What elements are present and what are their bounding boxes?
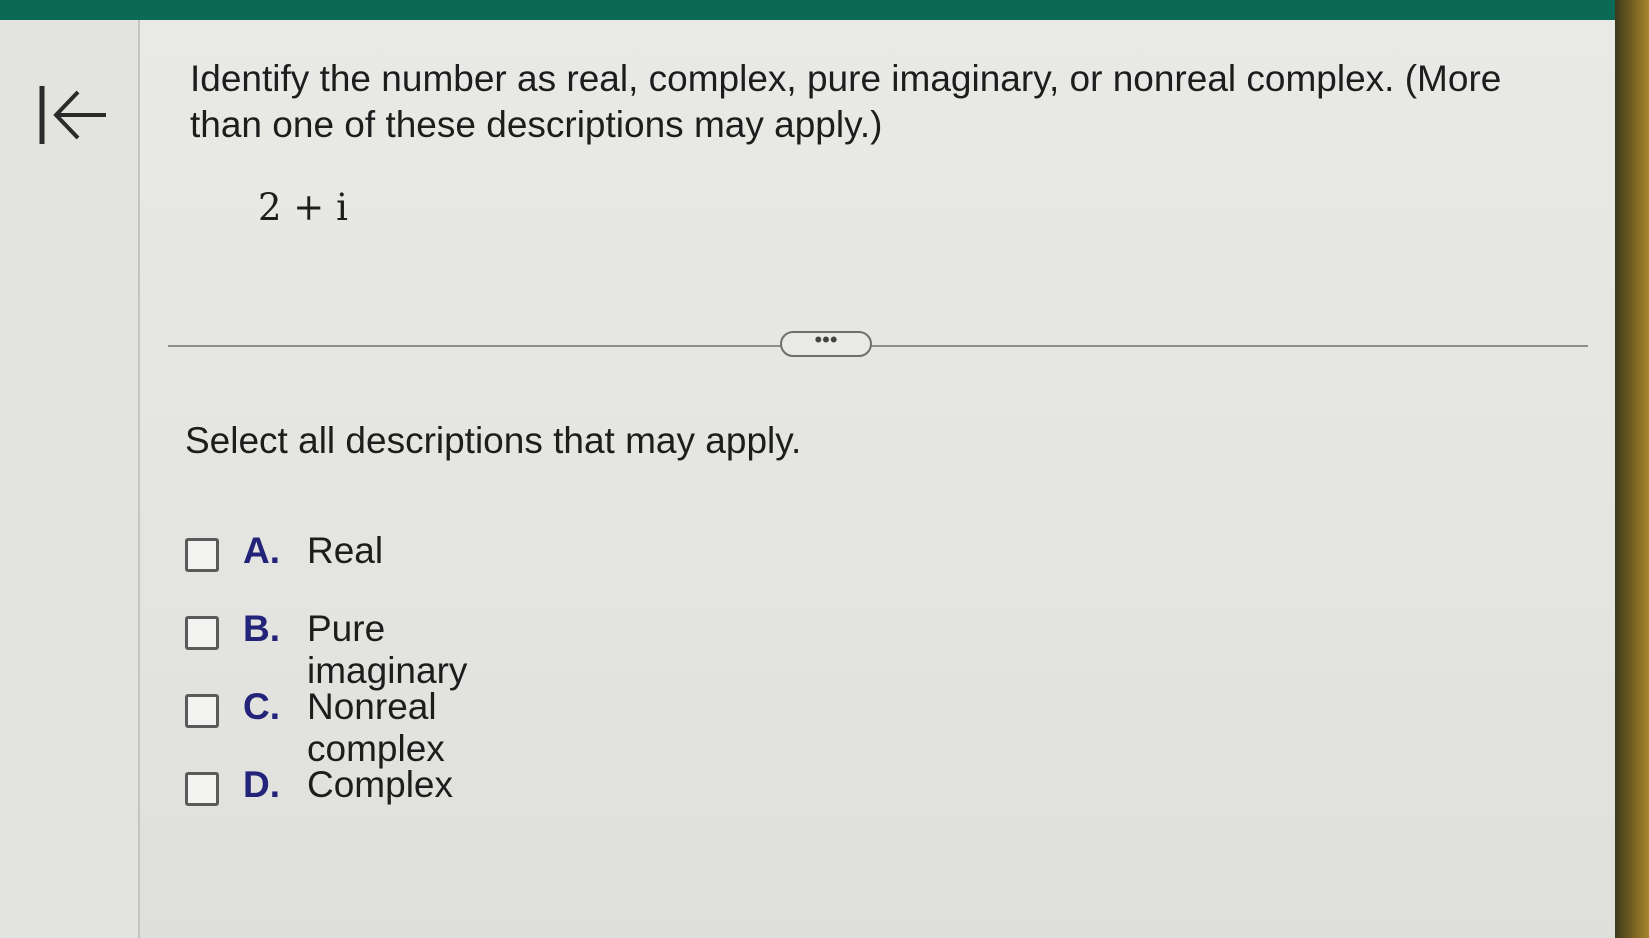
expand-button[interactable]: ••• bbox=[780, 329, 872, 357]
checkbox-b[interactable] bbox=[185, 616, 219, 650]
option-label: Pure imaginary bbox=[307, 608, 468, 691]
checkbox-c[interactable] bbox=[185, 694, 219, 728]
arrow-left-to-bar-icon bbox=[39, 86, 106, 144]
back-button[interactable] bbox=[36, 82, 112, 148]
top-bar bbox=[0, 0, 1649, 20]
option-letter: A. bbox=[243, 530, 280, 571]
left-rail bbox=[0, 20, 140, 938]
background-edge bbox=[1615, 0, 1649, 938]
option-letter: B. bbox=[243, 608, 280, 649]
screen: Identify the number as real, complex, pu… bbox=[0, 20, 1615, 938]
math-expression: 2 + i bbox=[258, 186, 348, 229]
question-prompt: Identify the number as real, complex, pu… bbox=[190, 58, 1502, 145]
checkbox-a[interactable] bbox=[185, 538, 219, 572]
question-panel: Identify the number as real, complex, pu… bbox=[140, 20, 1615, 938]
divider bbox=[168, 345, 1588, 347]
option-label: Real bbox=[307, 530, 384, 571]
option-letter: C. bbox=[243, 686, 280, 727]
instruction-text: Select all descriptions that may apply. bbox=[185, 420, 802, 461]
option-label: Nonreal complex bbox=[307, 686, 445, 769]
option-label: Complex bbox=[307, 764, 453, 805]
checkbox-d[interactable] bbox=[185, 772, 219, 806]
option-letter: D. bbox=[243, 764, 280, 805]
